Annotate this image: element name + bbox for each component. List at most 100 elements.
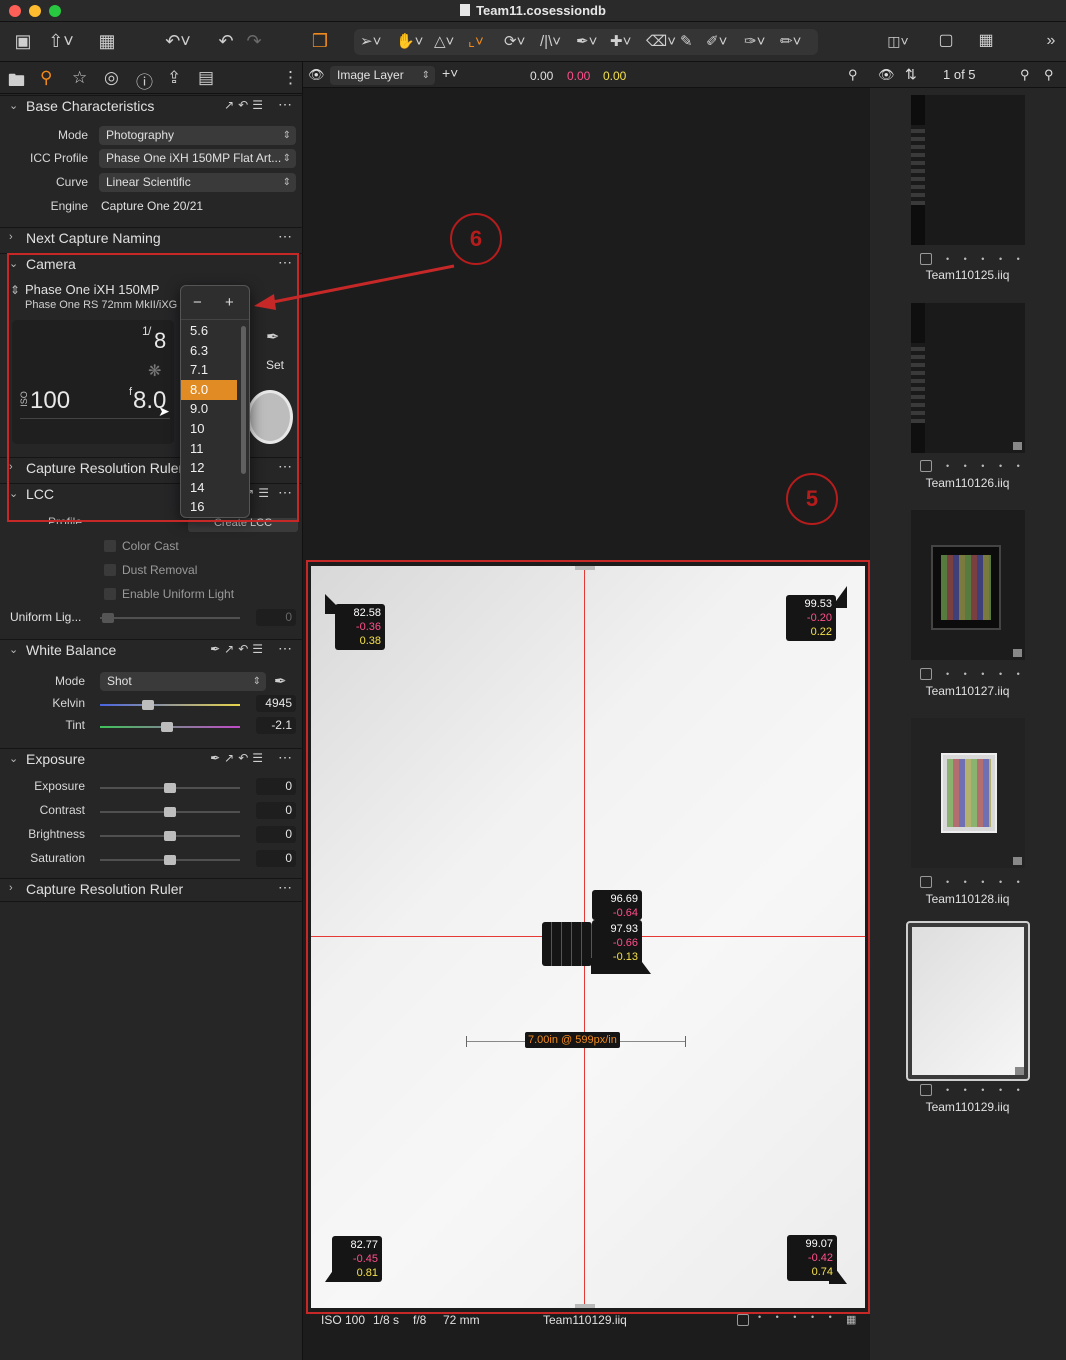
eye-icon[interactable]: 👁 [308,67,325,83]
more-icon[interactable]: ⋯ [278,96,293,113]
undo-icon[interactable]: ↶ [214,28,238,54]
crop-straighten-icon[interactable]: △˅ [434,29,454,55]
thumbnail-selected-frame[interactable] [906,921,1030,1081]
status-shutter: 1/8 s [373,1313,400,1327]
more-icon[interactable]: ⋯ [278,749,293,766]
redo-icon[interactable]: ↷ [242,28,266,54]
brush-icon[interactable]: ✎ [680,29,693,55]
thumbnail-rating[interactable]: • • • • • [946,669,1026,679]
dust-removal-checkbox[interactable] [104,564,116,576]
uniform-light-slider[interactable] [100,617,240,619]
erase-icon[interactable]: ⌫˅ [646,29,676,55]
keystone-icon[interactable]: /|\˅ [540,29,561,55]
crop-icon[interactable]: ⌞˅ [468,29,484,55]
exposure-row-thumb[interactable] [164,831,176,841]
white-balance-header[interactable]: ⌄ White Balance ✒↗↶☰ ⋯ [0,639,303,663]
heal-icon[interactable]: ✚˅ [610,29,631,55]
search-icon[interactable]: ⚲ [1020,67,1030,83]
hand-pan-icon[interactable]: ✋˅ [396,29,423,55]
thumbnail-image[interactable] [911,718,1025,868]
thumbnail-checkbox[interactable] [920,460,932,472]
thumbnail-checkbox[interactable] [920,1084,932,1096]
camera-icon[interactable]: ▣ [10,28,36,54]
tint-value[interactable]: -2.1 [256,717,296,734]
thumbnail-rating[interactable]: • • • • • [946,461,1026,471]
grid-icon[interactable]: ▦ [972,28,1000,54]
more-icon[interactable]: ⋯ [278,228,293,245]
exposure-row-value[interactable]: 0 [256,850,296,867]
panel-menu-icon[interactable]: ⋮ [282,68,299,88]
exposure-row-thumb[interactable] [164,807,176,817]
select-cursor-icon[interactable]: ➢˅ [360,29,381,55]
color-picker-icon[interactable]: ✐˅ [706,29,727,55]
kelvin-thumb[interactable] [141,700,154,710]
exposure-row-thumb[interactable] [164,783,176,793]
thumbnail-image[interactable] [911,95,1025,245]
thumbnail-image[interactable] [912,927,1024,1075]
thumbnail-checkbox[interactable] [920,668,932,680]
sort-icon[interactable]: ⇅ [905,66,917,83]
thumbnail-checkbox[interactable] [920,253,932,265]
annotation-icon[interactable]: ✑˅ [744,29,765,55]
badge-icon [1013,857,1022,865]
uniform-light-value[interactable]: 0 [256,609,296,626]
wb-picker-icon[interactable]: ✒ [274,672,287,690]
section-tools-icon[interactable]: ✒↗↶☰ [210,642,267,656]
variants-icon[interactable]: ❒ [306,28,334,54]
uniform-light-thumb[interactable] [102,613,114,623]
thumbnail-name: Team110129.iiq [925,1100,1010,1114]
thumbnail-rating[interactable]: • • • • • [946,254,1026,264]
rotate-icon[interactable]: ⟳˅ [504,29,525,55]
thumbnail-rating[interactable]: • • • • • [946,877,1026,887]
exposure-row-value[interactable]: 0 [256,778,296,795]
edit-icon[interactable]: ▦ [94,28,120,54]
kelvin-slider[interactable] [100,704,240,706]
list-icon[interactable]: ▤ [198,68,214,88]
thumbnail-checkbox[interactable] [920,876,932,888]
exposure-header[interactable]: ⌄ Exposure ✒↗↶☰ ⋯ [0,748,303,772]
wb-mode-select[interactable]: Shot ⇕ [100,672,266,691]
info-icon[interactable]: ⓘ [136,68,153,93]
thumbnail-image[interactable] [911,510,1025,660]
curve-select[interactable]: Linear Scientific ⇕ [99,173,296,192]
capture-resolution-ruler-header[interactable]: › Capture Resolution Ruler ⋯ [0,878,303,902]
select-checkbox[interactable] [737,1314,749,1326]
folder-icon[interactable]: 🖿 [8,68,25,97]
next-capture-naming-header[interactable]: › Next Capture Naming ⋯ [0,227,303,251]
more-icon[interactable]: ⋯ [278,640,293,657]
color-icon[interactable]: ◎ [104,68,119,88]
zoom-icon[interactable]: ⚲ [848,67,858,83]
color-cast-checkbox[interactable] [104,540,116,552]
gradient-icon[interactable]: ✏˅ [780,29,801,55]
picker-icon[interactable]: ✒˅ [576,29,597,55]
undo-history-icon[interactable]: ↶˅ [158,28,198,54]
proof-icon[interactable]: ▢ [932,28,960,54]
kelvin-value[interactable]: 4945 [256,695,296,712]
exposure-row-thumb[interactable] [164,855,176,865]
thumbnail-rating[interactable]: • • • • • [946,1085,1026,1095]
layer-select[interactable]: Image Layer ⇕ [330,66,435,85]
base-characteristics-header[interactable]: ⌄ Base Characteristics ↗↶☰ ⋯ [0,95,303,119]
section-tools-icon[interactable]: ↗↶☰ [224,98,267,112]
exposure-row-value[interactable]: 0 [256,826,296,843]
exposure-row-label: Brightness [28,827,85,841]
eye-icon[interactable]: 👁 [878,67,895,83]
adjust-icon[interactable]: ⚲ [40,68,52,88]
tint-thumb[interactable] [161,722,174,732]
layout-icon[interactable]: ◫˅ [874,28,922,54]
add-layer-icon[interactable]: +˅ [442,65,458,81]
section-tools-icon[interactable]: ✒↗↶☰ [210,751,267,765]
exposure-row-value[interactable]: 0 [256,802,296,819]
icc-profile-select[interactable]: Phase One iXH 150MP Flat Art... ⇕ [99,149,296,168]
export-icon[interactable]: ⇪ [167,68,181,88]
tool-tabs: 🖿 ⚲ ☆ ◎ ⓘ ⇪ ▤ ⋮ [0,62,303,94]
more-icon[interactable]: ⋯ [278,879,293,896]
uniform-light-checkbox[interactable] [104,588,116,600]
mode-select[interactable]: Photography ⇕ [99,126,296,145]
export-icon[interactable]: ⇧˅ [46,28,76,54]
zoom-icon[interactable]: ⚲ [1044,67,1054,83]
thumbnail-image[interactable] [911,303,1025,453]
exposure-row-label: Contrast [39,803,85,817]
star-icon[interactable]: ☆ [72,68,87,88]
more-icon[interactable]: » [1040,28,1062,54]
